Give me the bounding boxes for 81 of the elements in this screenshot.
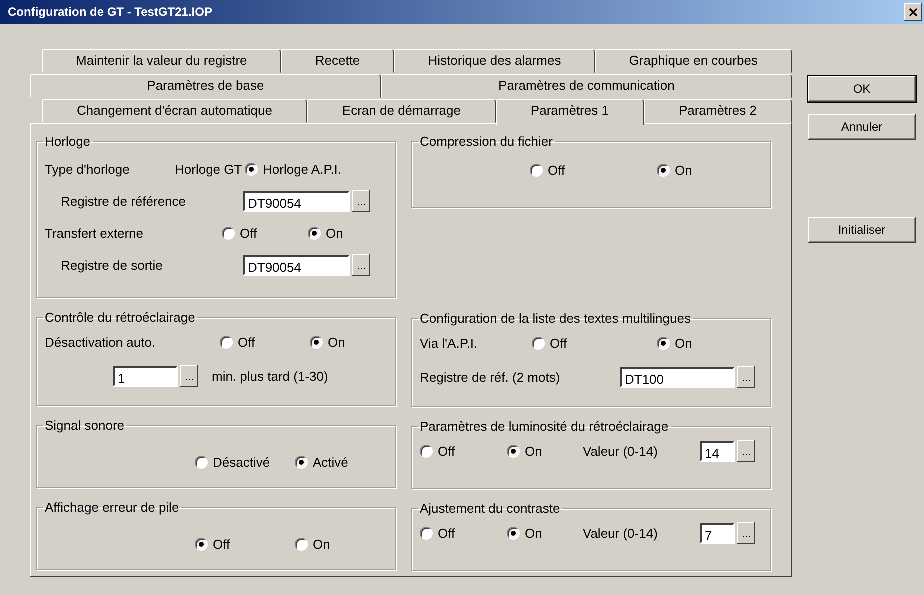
group-title: Configuration de la liste des textes multilingues: [419, 311, 692, 326]
field-label: Registre de réf. (2 mots): [420, 370, 562, 384]
dialog-button[interactable]: Annuler: [808, 114, 916, 140]
radio-button[interactable]: [220, 336, 233, 348]
group-title: Paramètres de luminosité du rétroéclairage: [419, 419, 670, 434]
dialog-button[interactable]: OK: [808, 76, 916, 102]
group-title: Ajustement du contraste: [419, 501, 562, 516]
radio-button[interactable]: [420, 444, 433, 458]
browse-button[interactable]: [737, 366, 755, 388]
browse-button[interactable]: [352, 190, 370, 212]
radio-button[interactable]: [657, 164, 670, 176]
tab[interactable]: Changement d'écran automatique: [42, 99, 308, 123]
field-label: Via l'A.P.I.: [420, 336, 479, 350]
radio-button[interactable]: [222, 226, 235, 240]
radio-label[interactable]: On: [525, 444, 542, 458]
field-label: Type d'horloge: [45, 162, 131, 176]
field-label: min. plus tard (1-30): [212, 368, 330, 384]
radio-label[interactable]: Off: [213, 536, 230, 552]
radio-label[interactable]: Off: [238, 334, 256, 350]
close-button[interactable]: [904, 3, 922, 21]
tab[interactable]: Graphique en courbes: [595, 49, 792, 73]
tab[interactable]: Historique des alarmes: [394, 49, 596, 73]
tab[interactable]: Paramètres de base: [30, 74, 382, 98]
input-field[interactable]: 7: [700, 522, 735, 544]
close-icon: [908, 8, 918, 16]
input-field[interactable]: DT90054: [243, 254, 350, 276]
radio-button[interactable]: [295, 456, 308, 468]
field-label: Horloge GT: [175, 162, 244, 176]
tab[interactable]: Maintenir la valeur du registre: [42, 49, 282, 73]
radio-label[interactable]: On: [328, 334, 346, 350]
radio-label[interactable]: Off: [438, 444, 456, 458]
radio-button[interactable]: [195, 456, 208, 468]
radio-label[interactable]: Off: [550, 336, 568, 350]
tab[interactable]: Paramètres de communication: [381, 74, 792, 98]
group-title: Contrôle du rétroéclairage: [44, 310, 196, 325]
input-field[interactable]: DT100: [620, 366, 735, 388]
radio-label[interactable]: On: [675, 336, 692, 350]
browse-button[interactable]: [352, 254, 370, 276]
radio-button[interactable]: [295, 538, 308, 550]
radio-label[interactable]: Off: [438, 526, 456, 540]
field-label: Registre de référence: [61, 194, 188, 208]
input-field[interactable]: 1: [113, 366, 178, 386]
field-label: Valeur (0-14): [583, 444, 659, 458]
browse-button[interactable]: [737, 522, 755, 544]
radio-label[interactable]: Off: [548, 162, 566, 178]
radio-button[interactable]: [195, 538, 208, 550]
input-field[interactable]: DT90054: [243, 190, 350, 212]
radio-button[interactable]: [657, 336, 670, 350]
radio-button[interactable]: [507, 526, 520, 540]
radio-button[interactable]: [530, 164, 543, 176]
tab[interactable]: Ecran de démarrage: [307, 99, 496, 123]
dialog-button[interactable]: Initialiser: [808, 217, 916, 243]
radio-label[interactable]: Activé: [313, 454, 348, 470]
radio-button[interactable]: [245, 162, 258, 176]
field-label: Registre de sortie: [61, 258, 164, 272]
window-title: Configuration de GT - TestGT21.IOP: [8, 5, 212, 19]
group-title: Horloge: [44, 134, 92, 149]
group-title: Affichage erreur de pile: [44, 500, 180, 515]
radio-label[interactable]: On: [525, 526, 542, 540]
input-field[interactable]: 14: [700, 440, 735, 462]
radio-button[interactable]: [310, 336, 323, 348]
tab[interactable]: Paramètres 1: [496, 99, 644, 125]
radio-label[interactable]: Désactivé: [213, 454, 270, 470]
tab[interactable]: Recette: [281, 49, 394, 73]
radio-button[interactable]: [507, 444, 520, 458]
group-title: Signal sonore: [44, 418, 126, 433]
radio-label[interactable]: Horloge A.P.I.: [263, 162, 342, 176]
radio-label[interactable]: On: [675, 162, 692, 178]
radio-button[interactable]: [420, 526, 433, 540]
field-label: Transfert externe: [45, 226, 145, 240]
field-label: Désactivation auto.: [45, 334, 157, 350]
browse-button[interactable]: [180, 365, 198, 387]
radio-label[interactable]: Off: [240, 226, 258, 240]
browse-button[interactable]: [737, 440, 755, 462]
group-title: Compression du fichier: [419, 134, 554, 149]
radio-label[interactable]: On: [326, 226, 344, 240]
tab[interactable]: Paramètres 2: [644, 99, 792, 123]
radio-button[interactable]: [532, 336, 545, 350]
field-label: Valeur (0-14): [583, 526, 659, 540]
radio-button[interactable]: [308, 226, 321, 240]
radio-label[interactable]: On: [313, 536, 330, 552]
